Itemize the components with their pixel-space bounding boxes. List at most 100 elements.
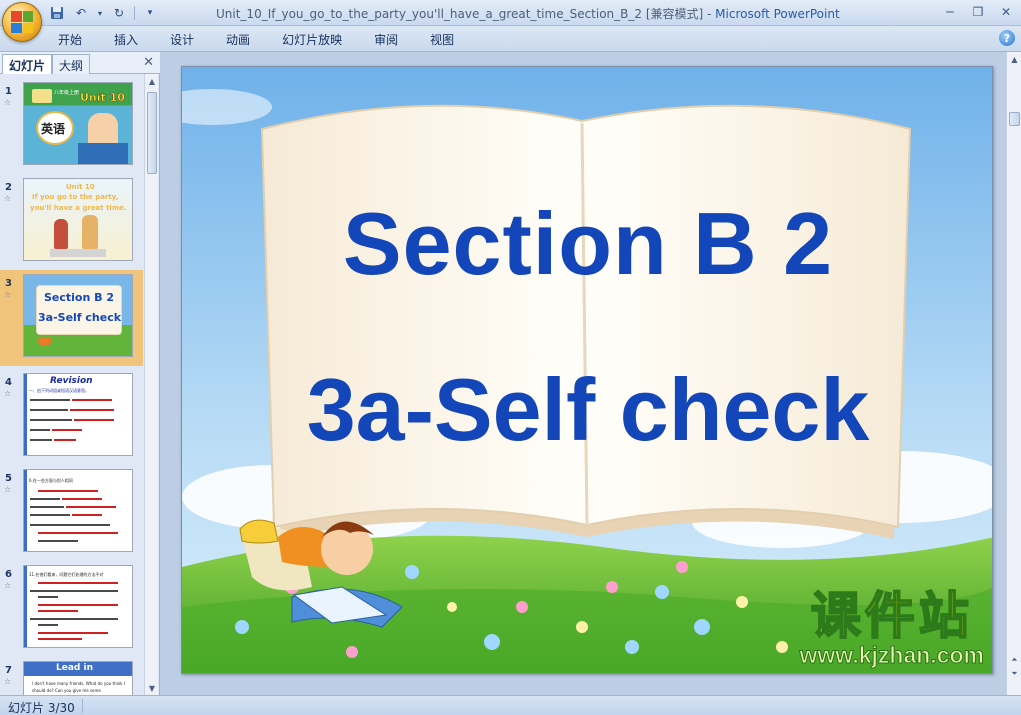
slide-number: 2	[5, 182, 12, 193]
undo-dropdown-icon[interactable]: ▾	[96, 4, 104, 22]
thumb-unit-label: Unit 10	[80, 91, 125, 105]
slide-title-line-2[interactable]: 3a-Self check	[182, 359, 992, 461]
status-separator	[82, 699, 83, 713]
slide-thumbnail-7[interactable]: 7 ☆ Lead in I don't have many friends. W…	[0, 657, 143, 695]
slide-thumbnail-image: Unit 10 If you go to the party, you'll h…	[23, 178, 133, 261]
document-name: Unit_10_If_you_go_to_the_party_you'll_ha…	[216, 7, 704, 21]
tab-insert[interactable]: 插入	[114, 31, 152, 48]
tab-animations[interactable]: 动画	[226, 31, 264, 48]
thumb-answer-line	[70, 409, 114, 411]
thumb-answer-line	[52, 429, 82, 431]
slides-panel-scrollbar[interactable]: ▲ ▼	[144, 74, 158, 695]
thumb-answer-line	[66, 506, 116, 508]
thumb-body: I don't have many friends. What do you t…	[32, 681, 126, 693]
tab-slides[interactable]: 幻灯片	[2, 54, 53, 74]
thumb-line-2: If you go to the party,	[32, 193, 119, 201]
thumb-answer-line	[38, 490, 98, 492]
slide-number: 6	[5, 569, 12, 580]
slide-thumbnail-4[interactable]: 4 ☆ Revision 一、由下列词组或短语汉语意思。	[0, 369, 143, 462]
thumb-figure-body	[78, 143, 128, 164]
slide-number: 7	[5, 665, 12, 676]
ribbon-tab-bar: 开始 插入 设计 动画 幻灯片放映 审阅 视图 ?	[0, 26, 1021, 52]
slide-thumbnail-image: Lead in I don't have many friends. What …	[23, 661, 133, 695]
slide-thumbnail-5[interactable]: 5 ☆ 6.在一些方面与别人相同	[0, 465, 143, 558]
scrollbar-thumb[interactable]	[1009, 112, 1020, 126]
slide-thumbnail-1[interactable]: 1 ☆ 八年级上册 Unit 10 英语	[0, 78, 143, 171]
thumb-answer-line	[62, 498, 102, 500]
thumb-text-line	[30, 590, 118, 592]
scrollbar-thumb[interactable]	[147, 92, 157, 174]
slide-thumbnail-image: Revision 一、由下列词组或短语汉语意思。	[23, 373, 133, 456]
thumb-answer-line	[38, 604, 118, 606]
slide-number: 4	[5, 377, 12, 388]
tab-home[interactable]: 开始	[58, 31, 96, 48]
redo-icon[interactable]: ↻	[110, 4, 128, 22]
office-button[interactable]	[2, 2, 42, 42]
thumb-text-line	[30, 506, 64, 508]
slide-thumbnail-list: 1 ☆ 八年级上册 Unit 10 英语 2 ☆ Unit 10 If you …	[0, 74, 143, 695]
animation-star-icon: ☆	[4, 677, 12, 686]
thumb-text-line	[38, 624, 58, 626]
thumb-text-line	[30, 439, 52, 441]
scroll-down-icon[interactable]: ▼	[145, 681, 159, 695]
scroll-up-icon[interactable]: ▲	[1007, 52, 1021, 66]
thumb-line-3: you'll have a great time.	[30, 204, 127, 212]
thumb-title-1: Section B 2	[44, 291, 115, 304]
animation-star-icon: ☆	[4, 290, 12, 299]
slide-editing-area: Section B 2 3a-Self check 课件站 www.kjzhan…	[160, 52, 1006, 695]
thumb-line-1: Unit 10	[66, 183, 95, 191]
animation-star-icon: ☆	[4, 98, 12, 107]
slide-number: 5	[5, 473, 12, 484]
thumb-heading: Revision	[50, 376, 93, 386]
tab-design[interactable]: 设计	[170, 31, 208, 48]
thumb-text-line	[38, 540, 78, 542]
tab-view[interactable]: 视图	[430, 31, 468, 48]
slide-counter: 幻灯片 3/30	[8, 701, 75, 715]
title-bar: ↶ ▾ ↻ ▾ Unit_10_If_you_go_to_the_party_y…	[0, 0, 1021, 26]
current-slide[interactable]: Section B 2 3a-Self check 课件站 www.kjzhan…	[181, 66, 993, 674]
slide-thumbnail-6[interactable]: 6 ☆ 11.在他们看来，问题它们处理的方法不对	[0, 561, 143, 654]
slide-number: 3	[5, 278, 12, 289]
thumb-first-line: 11.在他们看来，问题它们处理的方法不对	[29, 572, 104, 577]
thumb-answer-line	[38, 632, 108, 634]
thumb-title-2: 3a-Self check	[38, 311, 122, 324]
thumb-boy	[38, 337, 52, 345]
slide-title-line-1[interactable]: Section B 2	[182, 193, 992, 295]
next-slide-icon[interactable]: ⏷	[1007, 667, 1021, 681]
open-book	[260, 104, 912, 540]
quick-access-toolbar: ↶ ▾ ↻ ▾	[48, 4, 159, 22]
undo-icon[interactable]: ↶	[72, 4, 90, 22]
thumb-answer-line	[38, 582, 118, 584]
previous-slide-icon[interactable]: ⏶	[1007, 653, 1021, 667]
animation-star-icon: ☆	[4, 194, 12, 203]
window-title: Unit_10_If_you_go_to_the_party_you'll_ha…	[216, 5, 840, 22]
help-icon[interactable]: ?	[999, 30, 1015, 46]
save-icon[interactable]	[48, 4, 66, 22]
tab-review[interactable]: 审阅	[374, 31, 412, 48]
thumb-text-line	[30, 429, 50, 431]
title-separator: -	[703, 7, 716, 21]
slide-scrollbar[interactable]: ▲ ⏶ ⏷	[1006, 52, 1021, 695]
thumb-answer-line	[54, 439, 76, 441]
thumb-text-line	[30, 419, 72, 421]
thumb-accent-bar	[24, 374, 27, 455]
minimize-icon[interactable]: ─	[939, 3, 961, 21]
customize-qat-icon[interactable]: ▾	[141, 4, 159, 22]
close-window-icon[interactable]: ✕	[995, 3, 1017, 21]
thumb-answer-line	[38, 610, 78, 612]
close-panel-icon[interactable]: ✕	[143, 55, 154, 70]
tab-outline[interactable]: 大纲	[52, 54, 91, 74]
watermark-url: www.kjzhan.com	[799, 642, 984, 669]
slide-thumbnail-3[interactable]: 3 ☆ Section B 2 3a-Self check	[0, 270, 143, 366]
thumb-person-2	[82, 215, 98, 249]
restore-icon[interactable]: ❐	[967, 3, 989, 21]
thumb-answer-line	[72, 399, 112, 401]
thumb-answer-line	[72, 514, 102, 516]
app-name: Microsoft PowerPoint	[715, 7, 840, 21]
slide-thumbnail-2[interactable]: 2 ☆ Unit 10 If you go to the party, you'…	[0, 174, 143, 267]
thumb-answer-line	[38, 638, 82, 640]
slide-thumbnail-image: 八年级上册 Unit 10 英语	[23, 82, 133, 165]
scroll-up-icon[interactable]: ▲	[145, 74, 159, 88]
thumb-text-line	[30, 618, 118, 620]
tab-slideshow[interactable]: 幻灯片放映	[282, 31, 356, 48]
